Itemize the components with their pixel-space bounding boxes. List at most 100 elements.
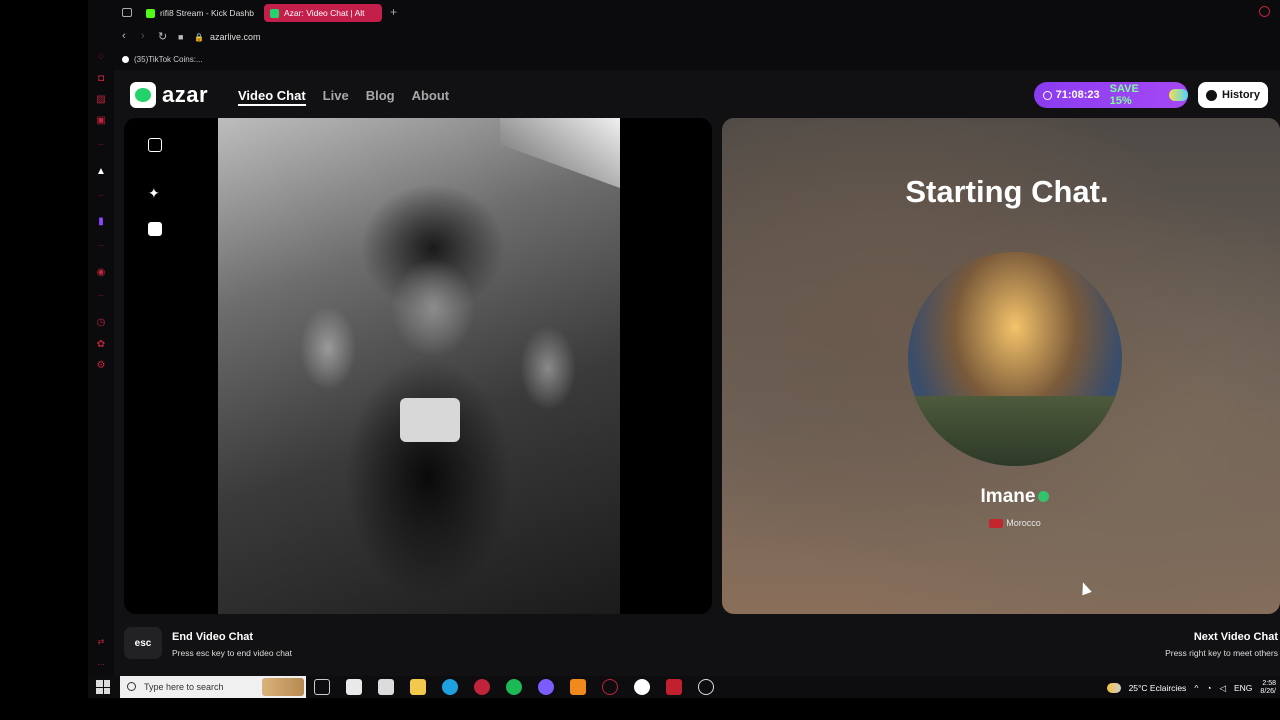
promo-save: SAVE 15%: [1109, 83, 1139, 107]
partner-country: Morocco: [1006, 518, 1041, 528]
forward-icon[interactable]: ›: [141, 30, 145, 42]
tab-kick-dashboard[interactable]: rifi8 Stream - Kick Dashb: [140, 4, 258, 22]
gx-corner-icon[interactable]: ▣: [95, 114, 107, 126]
esc-key-button[interactable]: esc: [124, 627, 162, 659]
partner-name-row: Imane: [722, 486, 1280, 508]
pendant: [400, 398, 460, 442]
crypto-wallet-icon[interactable]: ◘: [95, 72, 107, 84]
aria-icon[interactable]: ◌: [95, 50, 107, 62]
nav-live[interactable]: Live: [323, 88, 349, 106]
history-sidebar-icon[interactable]: ◷: [95, 316, 107, 328]
windows-taskbar: Type here to search 25°C Eclaircies ^ ◔ …: [88, 676, 1280, 698]
tab-label: Azar: Video Chat | Alt: [284, 8, 365, 18]
mail-icon[interactable]: [378, 679, 394, 695]
taskbar-search[interactable]: Type here to search: [120, 676, 306, 698]
network-icon[interactable]: ◔: [1206, 683, 1211, 693]
edge-icon[interactable]: [442, 679, 458, 695]
reload-icon[interactable]: ↻: [158, 30, 167, 43]
new-tab-icon[interactable]: +: [390, 5, 397, 19]
tab-label: rifi8 Stream - Kick Dashb: [160, 8, 254, 18]
spotify-icon[interactable]: [506, 679, 522, 695]
url-field[interactable]: azarlive.com: [210, 32, 261, 42]
partner-name: Imane: [980, 486, 1036, 507]
system-tray: 25°C Eclaircies ^ ◔ ◁ ENG 2:58 8/26/: [1106, 680, 1280, 696]
azar-page: azar Video Chat Live Blog About 71:08:23…: [114, 70, 1280, 676]
opera-icon[interactable]: [602, 679, 618, 695]
tab-switcher-icon[interactable]: [122, 8, 132, 17]
verified-icon: [1038, 491, 1050, 503]
tab-azar[interactable]: Azar: Video Chat | Alt: [264, 4, 382, 22]
weather-icon: [1106, 683, 1121, 693]
main-nav: Video Chat Live Blog About: [238, 88, 449, 106]
app-orange-icon[interactable]: [570, 679, 586, 695]
opera-sidebar: ◌ ◘ ▨ ▣ ▲ ▮ ◉ ◷ ✿ ⚙ ⇄ …: [88, 0, 114, 676]
logo-text: azar: [162, 82, 209, 107]
azar-logo-icon: [130, 82, 156, 108]
partner-avatar: [908, 252, 1122, 466]
tray-chevron-icon[interactable]: ^: [1194, 683, 1198, 693]
partner-video-panel: Starting Chat. Imane Morocco: [722, 118, 1280, 614]
next-chat-hint: Press right key to meet others: [1165, 648, 1278, 658]
coins-icon: [1169, 89, 1188, 101]
opera-gx-icon[interactable]: [474, 679, 490, 695]
timer-icon: [1043, 90, 1052, 100]
azar-icon: [270, 8, 279, 18]
end-chat-title[interactable]: End Video Chat: [172, 631, 253, 643]
clock-date: 8/26/: [1260, 688, 1276, 695]
clock[interactable]: 2:58 8/26/: [1260, 680, 1276, 696]
back-icon[interactable]: ‹: [122, 30, 126, 42]
tiktok-icon: [122, 56, 129, 63]
promo-timer: 71:08:23: [1055, 89, 1100, 101]
kick-icon: [146, 8, 155, 18]
nav-about[interactable]: About: [412, 88, 450, 106]
mouse-cursor-icon: [1078, 580, 1092, 596]
obs-icon[interactable]: [634, 679, 650, 695]
filter-icon[interactable]: [148, 138, 162, 152]
nav-blog[interactable]: Blog: [366, 88, 395, 106]
history-label: History: [1222, 89, 1260, 101]
discord-icon[interactable]: [538, 679, 554, 695]
promo-timer-button[interactable]: 71:08:23 SAVE 15%: [1034, 82, 1188, 108]
partner-country-row: Morocco: [722, 518, 1280, 529]
store-icon[interactable]: [346, 679, 362, 695]
chrome-icon[interactable]: [698, 679, 714, 695]
bookmarks-bar: (35)TikTok Coins:...: [114, 50, 1280, 70]
search-icon: [127, 682, 136, 691]
nav-video-chat[interactable]: Video Chat: [238, 88, 306, 106]
my-video-panel: ✦: [124, 118, 712, 614]
search-highlight-image: [262, 678, 304, 696]
end-chat-hint: Press esc key to end video chat: [172, 648, 293, 658]
browser-tab-bar: rifi8 Stream - Kick Dashb Azar: Video Ch…: [88, 0, 1280, 26]
gx-control-icon[interactable]: ▨: [95, 93, 107, 105]
bookmark-tiktok[interactable]: (35)TikTok Coins:...: [122, 55, 203, 64]
search-placeholder: Type here to search: [144, 682, 224, 692]
history-button[interactable]: History: [1198, 82, 1268, 108]
morocco-flag-icon: [989, 519, 1004, 529]
chat-status-title: Starting Chat.: [905, 174, 1109, 209]
windows-start-icon[interactable]: [96, 680, 110, 694]
sidebar-collapse-icon[interactable]: ⇄: [95, 635, 107, 647]
sticker-icon[interactable]: [148, 222, 162, 236]
address-bar: ‹ › ↻ ■ 🔒 azarlive.com: [114, 26, 1280, 50]
sparkle-effects-icon[interactable]: ✦: [148, 186, 162, 200]
extensions-icon[interactable]: ✿: [95, 338, 107, 350]
language-indicator[interactable]: ENG: [1234, 683, 1252, 693]
next-chat-title[interactable]: Next Video Chat: [1194, 631, 1278, 643]
clock-time: 2:58: [1262, 680, 1276, 687]
volume-icon[interactable]: ◁: [1219, 683, 1226, 694]
file-explorer-icon[interactable]: [410, 679, 426, 695]
twitch-icon[interactable]: ▮: [95, 215, 107, 227]
bookmark-label: (35)TikTok Coins:...: [134, 55, 203, 64]
player-icon[interactable]: ◉: [95, 266, 107, 278]
task-view-icon[interactable]: [314, 679, 330, 695]
weather-text[interactable]: 25°C Eclaircies: [1129, 683, 1187, 693]
voice-app-icon[interactable]: [666, 679, 682, 695]
lock-icon: 🔒: [194, 33, 204, 42]
tab-search-icon[interactable]: [1259, 6, 1270, 17]
azar-logo[interactable]: azar: [130, 82, 208, 108]
more-icon[interactable]: …: [95, 656, 107, 668]
camera-icon[interactable]: ■: [178, 32, 183, 42]
settings-icon[interactable]: ⚙: [95, 359, 107, 371]
bookmark-sidebar-icon[interactable]: ▲: [95, 165, 107, 177]
clock-icon: [1206, 89, 1218, 101]
